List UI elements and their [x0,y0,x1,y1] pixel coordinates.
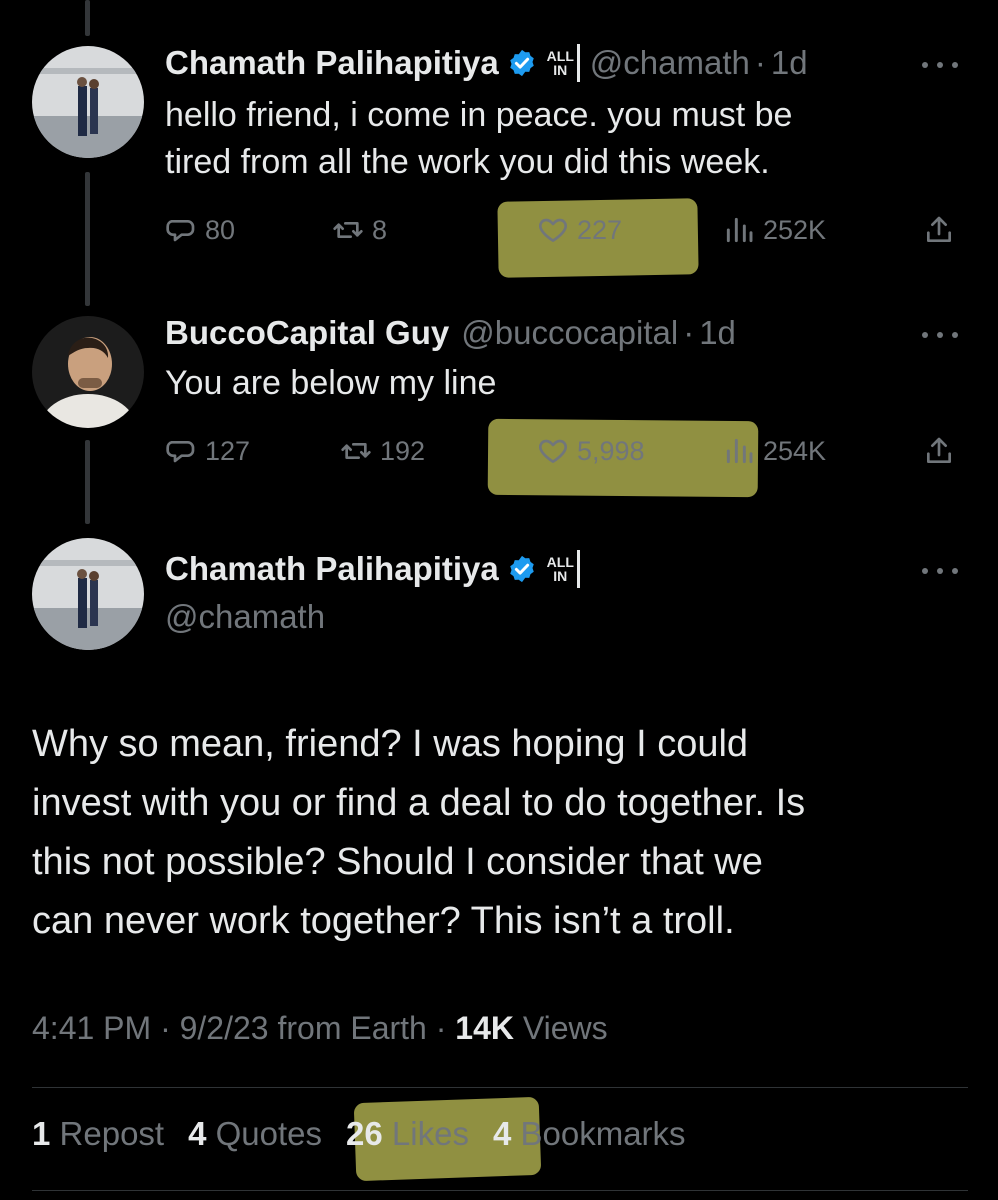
like-button[interactable]: 227 [537,205,622,255]
tweet-text: Why so mean, friend? I was hoping I coul… [32,715,952,951]
handle[interactable]: @buccocapital [461,314,678,352]
tweet-text-line: this not possible? Should I consider tha… [32,841,763,883]
avatar-photo-icon [32,538,144,650]
avatar-photo-icon [32,316,144,428]
tweet-text: You are below my line [165,360,965,407]
handle[interactable]: @chamath [165,598,325,636]
avatar[interactable] [32,538,144,650]
display-name[interactable]: Chamath Palihapitiya [165,44,499,82]
quotes-stat[interactable]: 4 Quotes [188,1115,322,1153]
post-source: from Earth [277,1010,427,1046]
heart-icon [539,439,567,463]
more-options-icon[interactable] [922,60,958,70]
thread-line [85,0,90,36]
views-button[interactable]: 252K [723,205,826,255]
views-button[interactable]: 254K [723,426,826,476]
views-chart-icon [726,438,753,464]
avatar[interactable] [32,46,144,158]
avatar[interactable] [32,316,144,428]
likes-stat[interactable]: 26 Likes [346,1115,469,1153]
views-chart-icon [726,217,753,243]
timestamp[interactable]: 1d [771,44,808,82]
reply-icon [166,220,195,242]
share-icon [927,216,951,242]
repost-icon [341,443,371,459]
views-count: 254K [763,435,827,466]
thread-line [85,440,90,524]
tweet-text-line: can never work together? This isn’t a tr… [32,900,735,942]
like-button[interactable]: 5,998 [537,426,645,476]
like-count: 5,998 [577,435,645,466]
verified-badge-icon [507,48,537,78]
display-name[interactable]: Chamath Palihapitiya [165,550,499,588]
views-label: Views [522,1010,608,1046]
all-in-badge-icon: ALL IN [544,44,580,82]
separator: · [754,44,766,81]
heart-icon [539,218,567,242]
thread-line [85,172,90,306]
repost-button[interactable]: 192 [340,426,425,476]
more-options-icon[interactable] [922,330,958,340]
tweet-text-line: hello friend, i come in peace. you must … [165,96,793,134]
timestamp[interactable]: 1d [699,314,736,352]
like-count: 227 [577,214,623,245]
handle[interactable]: @chamath [590,44,750,82]
divider [32,1190,968,1191]
repost-icon [333,222,363,238]
display-name[interactable]: BuccoCapital Guy [165,314,449,352]
tweet-text-line: invest with you or find a deal to do tog… [32,782,806,824]
post-time[interactable]: 4:41 PM [32,1010,151,1046]
bookmarks-stat[interactable]: 4 Bookmarks [493,1115,686,1153]
tweet-text: hello friend, i come in peace. you must … [165,92,965,186]
tweet-text-line: You are below my line [165,364,497,402]
reply-button[interactable]: 80 [165,205,235,255]
repost-count: 8 [372,214,388,245]
separator: · [160,1010,171,1046]
divider [32,1087,968,1088]
more-options-icon[interactable] [922,566,958,576]
tweet-meta: 4:41 PM · 9/2/23 from Earth · 14K Views [32,1010,608,1047]
separator: · [435,1010,447,1046]
avatar-photo-icon [32,46,144,158]
reply-count: 80 [205,214,236,245]
reposts-stat[interactable]: 1 Repost [32,1115,164,1153]
repost-button[interactable]: 8 [332,205,387,255]
all-in-badge-icon: ALL IN [544,550,580,588]
reply-count: 127 [205,435,251,466]
share-icon [927,437,951,463]
engagement-stats: 1 Repost 4 Quotes 26 Likes 4 Bookmarks [32,1115,686,1153]
repost-count: 192 [380,435,426,466]
reply-button[interactable]: 127 [165,426,250,476]
views-count: 14K [455,1010,514,1046]
post-date[interactable]: 9/2/23 [180,1010,269,1046]
verified-badge-icon [507,554,537,584]
tweet-text-line: Why so mean, friend? I was hoping I coul… [32,723,749,765]
tweet-text-line: tired from all the work you did this wee… [165,143,770,181]
share-button[interactable] [923,426,963,476]
separator: · [683,314,695,351]
reply-icon [166,441,195,463]
views-count: 252K [763,214,827,245]
share-button[interactable] [923,205,963,255]
